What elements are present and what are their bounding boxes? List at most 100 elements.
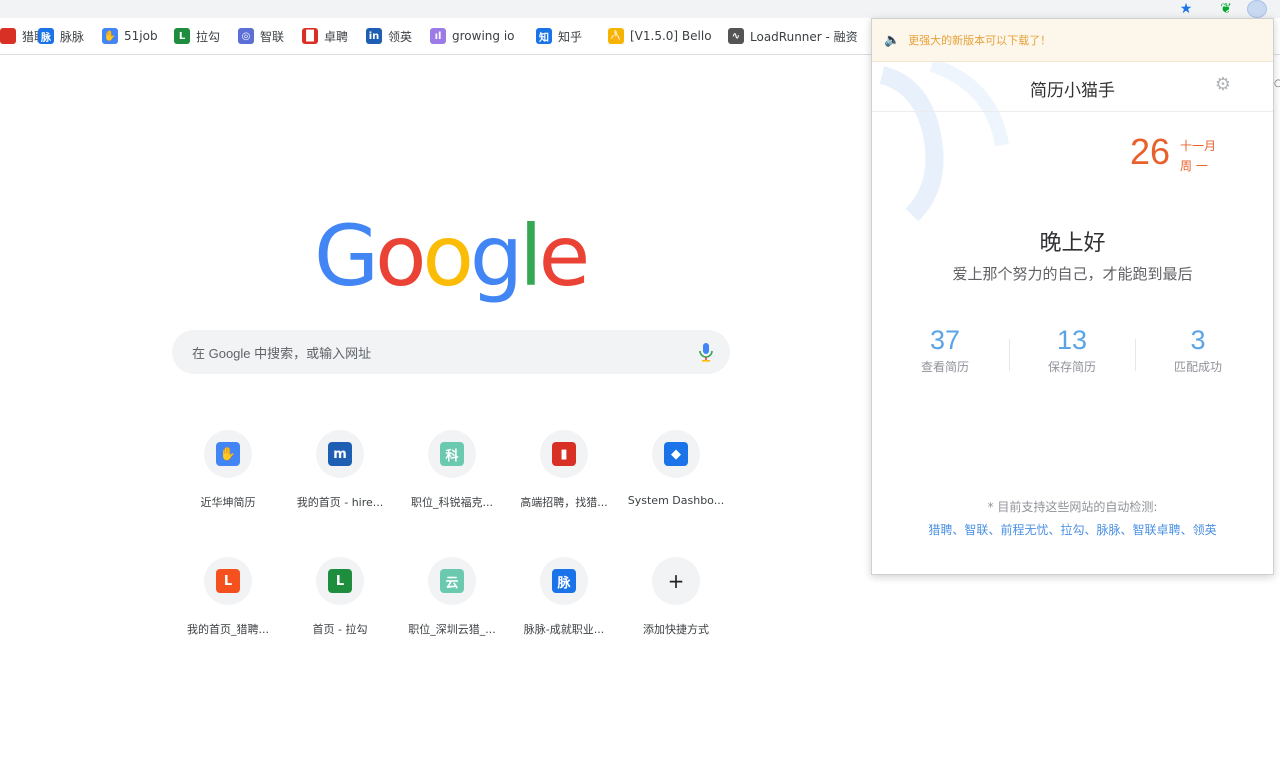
bookmark-item[interactable]: ✋ 51job — [102, 26, 158, 46]
shortcut-tile[interactable]: L 首页 - 拉勾 — [284, 557, 396, 657]
supported-site-link[interactable]: 智联卓聘 — [1133, 523, 1181, 537]
logo-letter: G — [314, 207, 379, 305]
bookmark-favicon-icon — [0, 28, 16, 44]
bookmark-favicon-icon: █ — [302, 28, 318, 44]
shortcut-favicon-icon: ▮ — [552, 442, 576, 466]
shortcut-label: System Dashbo... — [627, 494, 725, 507]
shortcut-favicon-icon: 脉 — [552, 569, 576, 593]
shortcut-tile[interactable]: m 我的首页 - hire... — [284, 430, 396, 530]
stat-viewed[interactable]: 37 查看简历 — [882, 325, 1008, 375]
logo-letter: o — [375, 207, 426, 305]
bookmark-label: 51job — [124, 29, 158, 43]
shortcut-favicon-icon: ✋ — [216, 442, 240, 466]
bookmark-favicon-icon: ✋ — [102, 28, 118, 44]
shortcut-tile[interactable]: 科职位_科锐福克... — [396, 430, 508, 530]
supported-site-link[interactable]: 拉勾 — [1060, 523, 1084, 537]
shortcut-tile[interactable]: ◆ System Dashbo... — [620, 430, 732, 530]
bookmark-label: 知乎 — [558, 29, 583, 44]
shortcut-icon-circle: L — [316, 557, 364, 605]
shortcut-favicon-icon: L — [216, 569, 240, 593]
shortcut-icon-circle: L — [204, 557, 252, 605]
microphone-icon[interactable] — [698, 342, 714, 362]
shortcut-icon-circle: ✋ — [204, 430, 252, 478]
stat-value: 37 — [929, 325, 961, 355]
shortcut-tile[interactable]: 脉脉脉-成就职业... — [508, 557, 620, 657]
site-separator: 、 — [1120, 523, 1133, 537]
bookmark-item[interactable]: ∿ LoadRunner - 融资 — [728, 26, 858, 46]
bookmark-item[interactable]: 🍌 [V1.5.0] Bello — [608, 26, 712, 46]
shortcut-label: 近华坤简历 — [200, 496, 256, 509]
bookmark-item[interactable]: 脉脉脉 — [38, 26, 84, 46]
shortcut-label: 脉脉-成就职业... — [523, 623, 605, 636]
divider — [872, 111, 1273, 112]
bookmark-favicon-icon: 知 — [536, 28, 552, 44]
shortcut-label: 职位_科锐福克... — [411, 496, 493, 509]
update-notice-text: 更强大的新版本可以下载了！ — [908, 34, 1052, 47]
shortcut-tile[interactable]: 云职位_深圳云猎_... — [396, 557, 508, 657]
stat-label: 保存简历 — [1047, 360, 1096, 374]
browser-toolbar-strip: ★ ❦ — [0, 0, 1280, 18]
bookmark-favicon-icon: in — [366, 28, 382, 44]
bookmark-favicon-icon: 🍌 — [608, 28, 624, 44]
bookmark-favicon-icon: 脉 — [38, 28, 54, 44]
bookmark-favicon-icon: ∿ — [728, 28, 744, 44]
stat-label: 匹配成功 — [1173, 360, 1222, 374]
stat-matched[interactable]: 3 匹配成功 — [1135, 325, 1261, 375]
shortcut-favicon-icon: L — [328, 569, 352, 593]
evernote-extension-icon[interactable]: ❦ — [1216, 0, 1236, 18]
plus-icon: + — [667, 569, 685, 593]
logo-letter: g — [469, 207, 523, 305]
update-notice[interactable]: 🔈 更强大的新版本可以下载了！ — [872, 19, 1273, 62]
supported-site-link[interactable]: 脉脉 — [1097, 523, 1121, 537]
bookmark-label: 智联 — [260, 29, 285, 44]
shortcut-tile[interactable]: ▮ 高端招聘，找猎... — [508, 430, 620, 530]
site-separator: 、 — [1048, 523, 1061, 537]
stat-label: 查看简历 — [920, 360, 969, 374]
logo-letter: o — [422, 207, 474, 305]
shortcut-favicon-icon: 云 — [440, 569, 464, 593]
add-shortcut-tile[interactable]: + 添加快捷方式 — [620, 557, 732, 657]
shortcut-tile[interactable]: L 我的首页_猎聘... — [172, 557, 284, 657]
site-separator: 、 — [988, 523, 1001, 537]
bookmark-item[interactable]: 知知乎 — [536, 26, 582, 46]
search-box[interactable] — [172, 330, 730, 376]
resume-cat-popup: 🔈 更强大的新版本可以下载了！ 简历小猫手 ⚙ 26 十一月 周 一 晚上好 爱… — [871, 18, 1274, 575]
shortcut-label: 高端招聘，找猎... — [520, 496, 608, 509]
date-day: 26 — [1130, 131, 1171, 172]
supported-site-link[interactable]: 猎聘 — [928, 523, 952, 537]
shortcut-icon-circle: ◆ — [652, 430, 700, 478]
bookmark-item[interactable]: L 拉勾 — [174, 26, 220, 46]
site-separator: 、 — [952, 523, 965, 537]
bookmark-label: LoadRunner - 融资 — [750, 29, 858, 44]
bookmark-item[interactable]: ◎ 智联 — [238, 26, 284, 46]
shortcut-favicon-icon: ◆ — [664, 442, 688, 466]
bookmark-label: growing io — [452, 29, 515, 43]
greeting: 晚上好 — [1039, 231, 1106, 256]
bookmark-star-icon[interactable]: ★ — [1176, 0, 1196, 18]
search-input[interactable] — [190, 330, 674, 376]
bookmark-favicon-icon: ıl — [430, 28, 446, 44]
stat-saved[interactable]: 13 保存简历 — [1009, 325, 1135, 375]
shortcut-tile[interactable]: ✋ 近华坤简历 — [172, 430, 284, 530]
shortcut-icon-circle: 脉 — [540, 557, 588, 605]
site-separator: 、 — [1180, 523, 1193, 537]
shortcut-label: 职位_深圳云猎_... — [408, 623, 496, 636]
motto: 爱上那个努力的自己，才能跑到最后 — [952, 265, 1193, 283]
shortcut-label: 首页 - 拉勾 — [312, 623, 368, 636]
speaker-icon: 🔈 — [884, 32, 901, 48]
supported-site-link[interactable]: 前程无忧 — [1000, 523, 1048, 537]
settings-gear-icon[interactable]: ⚙ — [1213, 75, 1233, 95]
supported-site-link[interactable]: 智联 — [964, 523, 988, 537]
supported-site-link[interactable]: 领英 — [1193, 523, 1217, 537]
stat-value: 13 — [1056, 325, 1088, 355]
shortcut-favicon-icon: 科 — [440, 442, 464, 466]
shortcut-label: 添加快捷方式 — [643, 623, 709, 636]
bookmark-label: 卓聘 — [324, 29, 349, 44]
bookmark-item[interactable]: ıl growing io — [430, 26, 515, 46]
bookmark-item[interactable]: █ 卓聘 — [302, 26, 348, 46]
shortcut-label: 我的首页 - hire... — [296, 496, 384, 509]
profile-avatar-icon[interactable] — [1246, 0, 1268, 18]
bookmark-item[interactable]: in 领英 — [366, 26, 412, 46]
logo-letter: e — [538, 207, 591, 305]
bookmark-label: [V1.5.0] Bello — [630, 29, 712, 43]
